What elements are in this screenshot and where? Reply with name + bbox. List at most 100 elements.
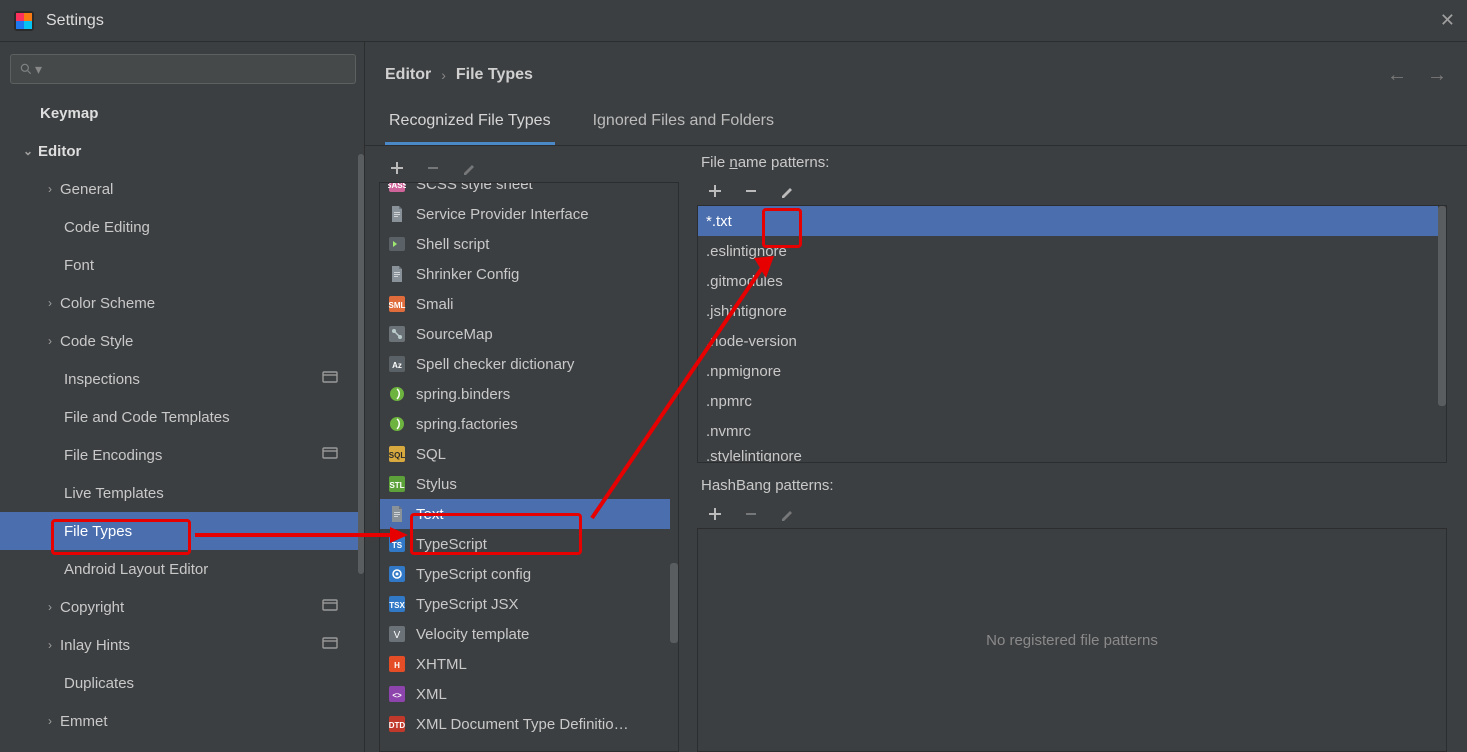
svg-text:H: H bbox=[394, 661, 400, 670]
breadcrumb-root[interactable]: Editor bbox=[385, 66, 431, 84]
project-badge-icon bbox=[322, 597, 338, 617]
search-input[interactable]: ▾ bbox=[10, 54, 356, 84]
remove-button[interactable] bbox=[741, 181, 761, 201]
pattern-item[interactable]: .jshintignore bbox=[698, 296, 1438, 326]
sidebar-item-color-scheme[interactable]: ›Color Scheme bbox=[0, 284, 358, 322]
filetype-label: spring.binders bbox=[416, 386, 510, 403]
chevron-right-icon: › bbox=[40, 296, 60, 310]
sidebar-item-file-encodings[interactable]: File Encodings bbox=[0, 436, 358, 474]
doc-icon bbox=[388, 505, 406, 523]
sidebar: ▾ Keymap ⌄Editor ›General Code Editing F… bbox=[0, 42, 365, 752]
sidebar-item-file-and-code-templates[interactable]: File and Code Templates bbox=[0, 398, 358, 436]
svg-text:TSX: TSX bbox=[389, 601, 405, 610]
filetype-item[interactable]: DTDXML Document Type Definitio… bbox=[380, 709, 670, 739]
scrollbar-thumb[interactable] bbox=[670, 563, 678, 643]
add-button[interactable] bbox=[387, 158, 407, 178]
filetype-item[interactable]: TSX TypeScript JSX bbox=[380, 589, 670, 619]
filetype-item[interactable]: STLStylus bbox=[380, 469, 670, 499]
sidebar-item-emmet[interactable]: ›Emmet bbox=[0, 702, 358, 740]
nav-forward-icon[interactable]: → bbox=[1427, 64, 1447, 87]
sidebar-item-copyright[interactable]: ›Copyright bbox=[0, 588, 358, 626]
chevron-right-icon: › bbox=[40, 600, 60, 614]
filetype-item[interactable]: SASSSCSS style sheet bbox=[380, 183, 670, 199]
pattern-item[interactable]: .npmrc bbox=[698, 386, 1438, 416]
filetypes-list[interactable]: SASSSCSS style sheet Service Provider Int… bbox=[379, 182, 679, 752]
sidebar-item-inlay-hints[interactable]: ›Inlay Hints bbox=[0, 626, 358, 664]
filetype-item[interactable]: HXHTML bbox=[380, 649, 670, 679]
spring-icon bbox=[388, 415, 406, 433]
filetype-item[interactable]: Service Provider Interface bbox=[380, 199, 670, 229]
filetype-label: Shell script bbox=[416, 236, 489, 253]
titlebar: Settings ✕ bbox=[0, 0, 1467, 42]
filetype-item[interactable]: TSTypeScript bbox=[380, 529, 670, 559]
filetype-label: Spell checker dictionary bbox=[416, 356, 574, 373]
filetype-item[interactable]: Shell script bbox=[380, 229, 670, 259]
patterns-list[interactable]: *.txt.eslintignore.gitmodules.jshintigno… bbox=[697, 205, 1447, 463]
ts-icon: TS bbox=[388, 535, 406, 553]
svg-text:SQL: SQL bbox=[389, 451, 406, 460]
svg-text:SML: SML bbox=[389, 301, 406, 310]
pattern-item[interactable]: .gitmodules bbox=[698, 266, 1438, 296]
filetype-item[interactable]: SourceMap bbox=[380, 319, 670, 349]
sidebar-item-file-types[interactable]: File Types bbox=[0, 512, 358, 550]
pattern-item[interactable]: .npmignore bbox=[698, 356, 1438, 386]
file-name-patterns-label: File name patterns: bbox=[701, 154, 1447, 171]
filetype-item[interactable]: spring.factories bbox=[380, 409, 670, 439]
sidebar-item-code-editing[interactable]: Code Editing bbox=[0, 208, 358, 246]
chevron-right-icon: › bbox=[40, 638, 60, 652]
sidebar-item-code-style[interactable]: ›Code Style bbox=[0, 322, 358, 360]
label: Code Editing bbox=[64, 219, 150, 236]
filetype-label: SourceMap bbox=[416, 326, 493, 343]
pattern-item[interactable]: .stylelintignore bbox=[698, 446, 1438, 462]
scrollbar-thumb[interactable] bbox=[1438, 206, 1446, 406]
sidebar-item-font[interactable]: Font bbox=[0, 246, 358, 284]
label: Color Scheme bbox=[60, 295, 155, 312]
remove-button bbox=[741, 504, 761, 524]
chevron-down-icon: ⌄ bbox=[18, 144, 38, 158]
close-icon[interactable]: ✕ bbox=[1440, 10, 1455, 31]
sidebar-item-duplicates[interactable]: Duplicates bbox=[0, 664, 358, 702]
pattern-item[interactable]: *.txt bbox=[698, 206, 1438, 236]
filetype-item[interactable]: SMLSmali bbox=[380, 289, 670, 319]
edit-button[interactable] bbox=[777, 181, 797, 201]
pattern-item[interactable]: .eslintignore bbox=[698, 236, 1438, 266]
pattern-item[interactable]: .node-version bbox=[698, 326, 1438, 356]
xml-icon: <> bbox=[388, 685, 406, 703]
filetype-item[interactable]: AzSpell checker dictionary bbox=[380, 349, 670, 379]
tab-recognized-file-types[interactable]: Recognized File Types bbox=[385, 112, 555, 145]
add-button[interactable] bbox=[705, 181, 725, 201]
filetype-label: Service Provider Interface bbox=[416, 206, 589, 223]
filetype-item[interactable]: TypeScript config bbox=[380, 559, 670, 589]
chevron-right-icon: › bbox=[40, 182, 60, 196]
sidebar-item-keymap[interactable]: Keymap bbox=[0, 94, 358, 132]
hashbang-list[interactable]: No registered file patterns bbox=[697, 528, 1447, 752]
label: Font bbox=[64, 257, 94, 274]
svg-text:STL: STL bbox=[389, 481, 404, 490]
tab-ignored-files-folders[interactable]: Ignored Files and Folders bbox=[589, 112, 778, 145]
label: File Encodings bbox=[64, 447, 162, 464]
filetype-item[interactable]: Text bbox=[380, 499, 670, 529]
filetype-item[interactable]: SQLSQL bbox=[380, 439, 670, 469]
chevron-right-icon: › bbox=[40, 714, 60, 728]
sidebar-item-editor[interactable]: ⌄Editor bbox=[0, 132, 358, 170]
filetype-label: Text bbox=[416, 506, 444, 523]
filetype-item[interactable]: <>XML bbox=[380, 679, 670, 709]
pattern-item[interactable]: .nvmrc bbox=[698, 416, 1438, 446]
xhtml-icon: H bbox=[388, 655, 406, 673]
sidebar-item-inspections[interactable]: Inspections bbox=[0, 360, 358, 398]
filetype-item[interactable]: VVelocity template bbox=[380, 619, 670, 649]
filetype-item[interactable]: spring.binders bbox=[380, 379, 670, 409]
sidebar-item-live-templates[interactable]: Live Templates bbox=[0, 474, 358, 512]
filetype-label: TypeScript JSX bbox=[416, 596, 519, 613]
nav-back-icon[interactable]: ← bbox=[1387, 64, 1407, 87]
add-button[interactable] bbox=[705, 504, 725, 524]
breadcrumb-leaf: File Types bbox=[456, 66, 533, 84]
patterns-toolbar bbox=[697, 177, 1447, 205]
sidebar-item-android-layout-editor[interactable]: Android Layout Editor bbox=[0, 550, 358, 588]
sql-icon: SQL bbox=[388, 445, 406, 463]
filetype-item[interactable]: Shrinker Config bbox=[380, 259, 670, 289]
scrollbar-thumb[interactable] bbox=[358, 154, 364, 574]
svg-text:<>: <> bbox=[392, 691, 402, 700]
sidebar-item-general[interactable]: ›General bbox=[0, 170, 358, 208]
project-badge-icon bbox=[322, 635, 338, 655]
